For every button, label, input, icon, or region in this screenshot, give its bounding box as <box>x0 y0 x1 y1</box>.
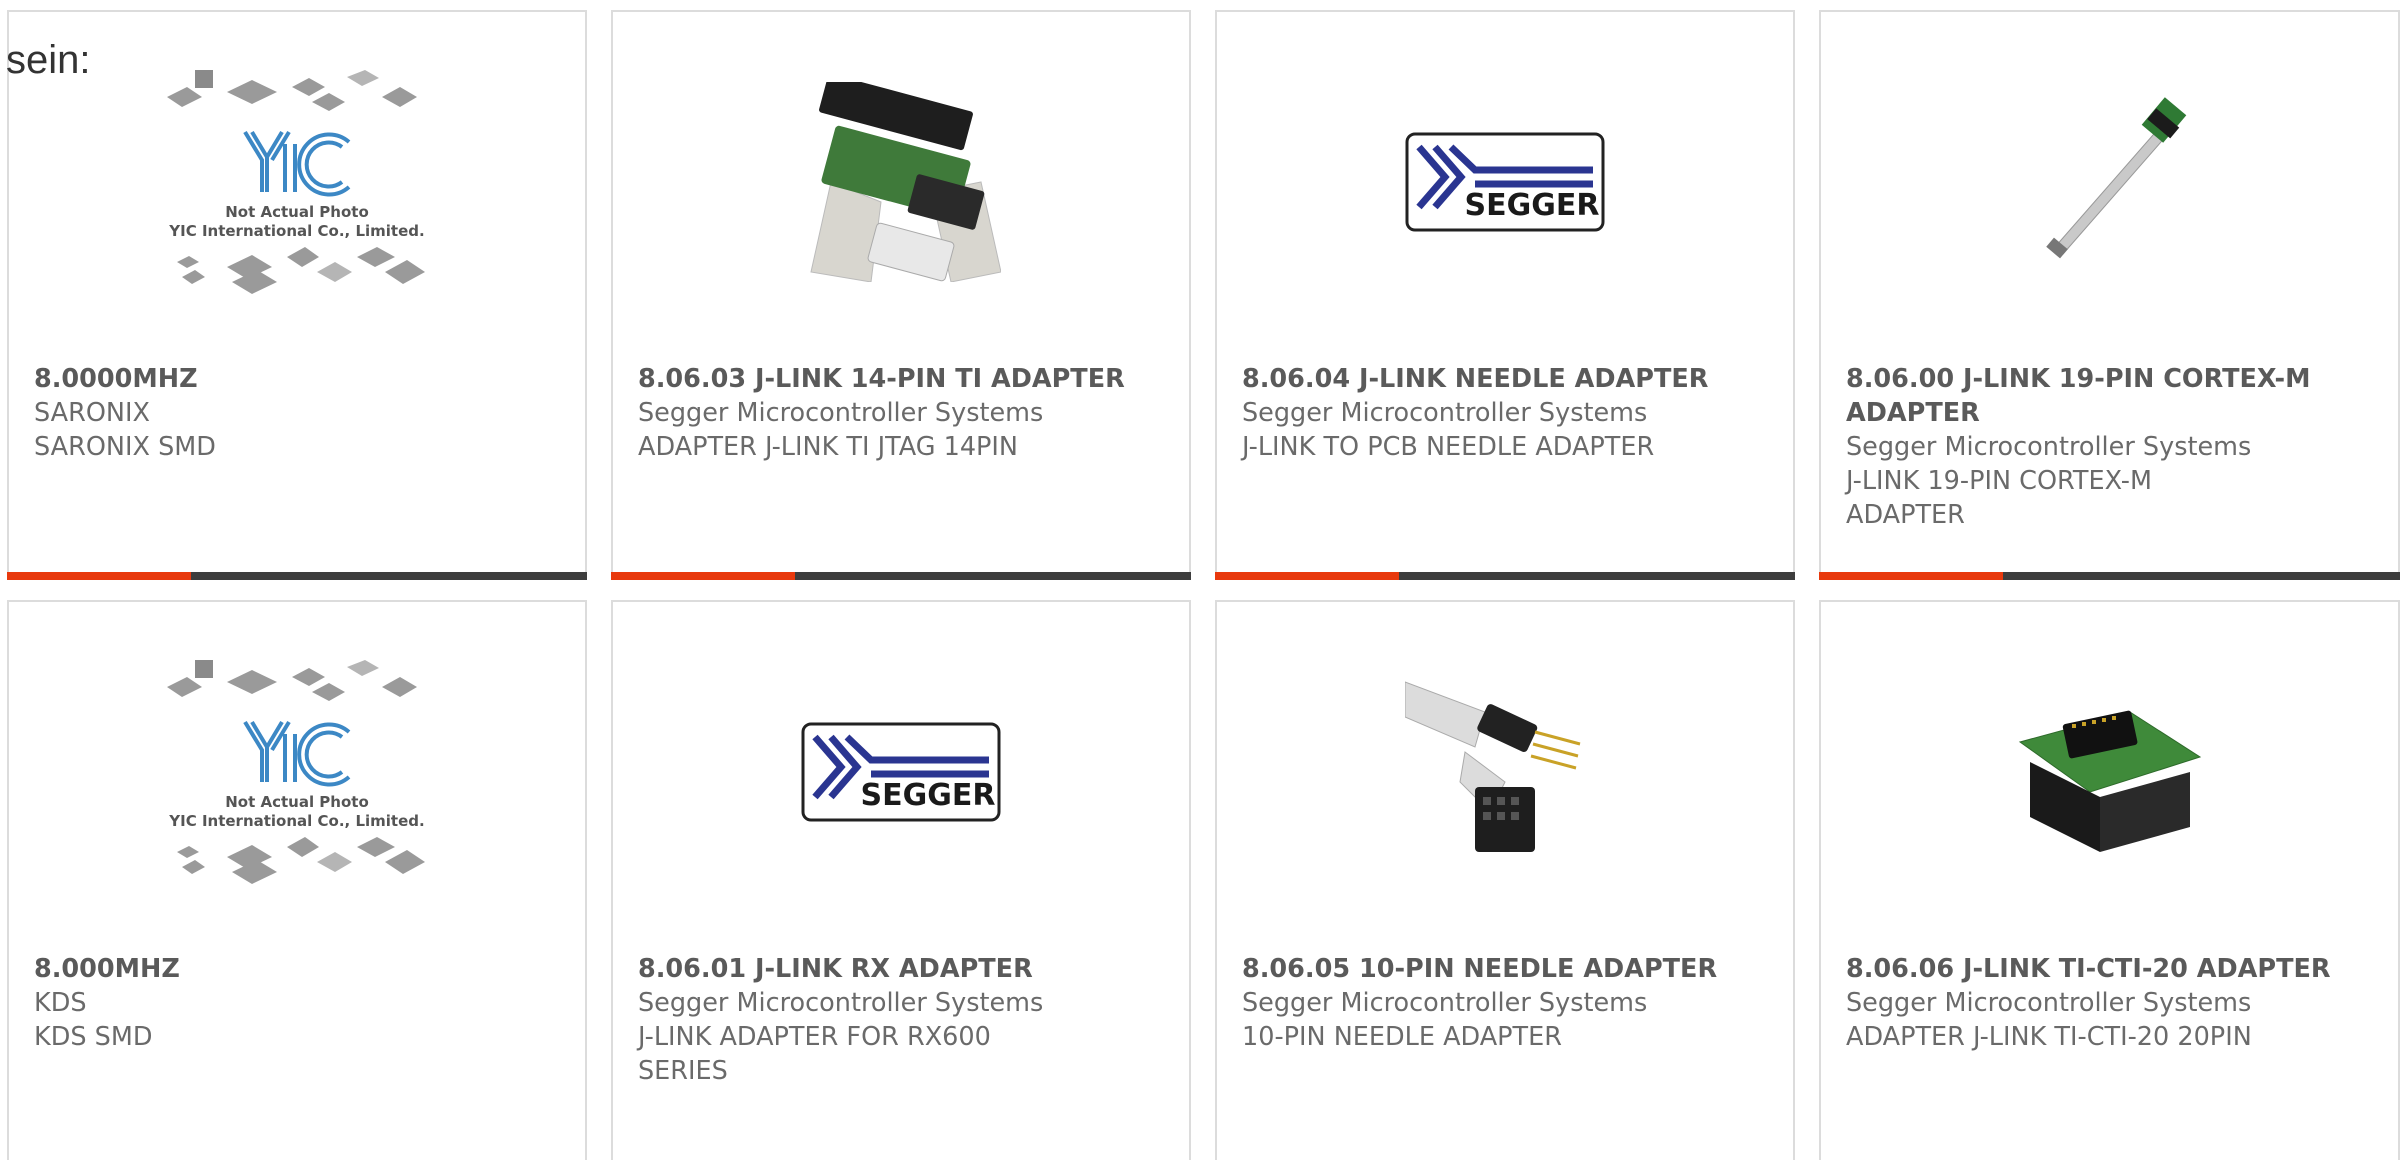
manufacturer: Segger Microcontroller Systems <box>1242 988 1648 1018</box>
card-bar <box>1819 572 2400 580</box>
card-bar-accent <box>7 572 191 580</box>
manufacturer: Segger Microcontroller Systems <box>638 988 1044 1018</box>
part-number[interactable]: 8.000MHZ <box>34 952 565 986</box>
card-bar <box>1215 572 1795 580</box>
manufacturer: Segger Microcontroller Systems <box>1846 432 2252 462</box>
segger-logo-icon: SEGGER <box>1405 132 1605 232</box>
product-card[interactable]: 8.06.06 J-LINK TI-CTI-20 ADAPTER Segger … <box>1819 600 2400 1160</box>
description: ADAPTER J-LINK TI JTAG 14PIN <box>638 432 1019 462</box>
segger-wordmark: SEGGER <box>861 778 996 813</box>
product-image[interactable]: SEGGER <box>613 672 1189 872</box>
description: KDS SMD <box>34 1022 153 1052</box>
product-card[interactable]: 8.06.00 J-LINK 19-PIN CORTEX-M ADAPTER S… <box>1819 10 2400 580</box>
description: ADAPTER J-LINK TI-CTI-20 20PIN <box>1846 1022 2252 1052</box>
ti-cti-board-image <box>2018 710 2201 852</box>
product-card[interactable]: SEGGER 8.06.01 J-LINK RX ADAPTER Segger … <box>611 600 1191 1160</box>
product-image[interactable]: Not Actual Photo YIC International Co., … <box>9 70 585 294</box>
yic-placeholder-image: Not Actual Photo YIC International Co., … <box>167 660 425 884</box>
product-text: 8.06.06 J-LINK TI-CTI-20 ADAPTER Segger … <box>1846 952 2378 1054</box>
product-image[interactable] <box>1821 672 2398 872</box>
part-number[interactable]: 8.06.06 J-LINK TI-CTI-20 ADAPTER <box>1846 952 2378 986</box>
card-bar-accent <box>611 572 795 580</box>
product-image[interactable] <box>1821 82 2398 282</box>
product-text: 8.000MHZ KDS KDS SMD <box>34 952 565 1054</box>
card-bar <box>611 572 1191 580</box>
manufacturer: Segger Microcontroller Systems <box>638 398 1044 428</box>
card-bar-accent <box>1819 572 2003 580</box>
part-number[interactable]: 8.0000MHZ <box>34 362 565 396</box>
product-text: 8.06.00 J-LINK 19-PIN CORTEX-M ADAPTER S… <box>1846 362 2378 532</box>
needle-cable-image <box>1405 681 1581 852</box>
yic-placeholder-image: Not Actual Photo YIC International Co., … <box>167 70 425 294</box>
product-card[interactable]: SEGGER 8.06.04 J-LINK NEEDLE ADAPTER Seg… <box>1215 10 1795 580</box>
description: J-LINK TO PCB NEEDLE ADAPTER <box>1242 432 1655 462</box>
product-card[interactable]: 8.06.03 J-LINK 14-PIN TI ADAPTER Segger … <box>611 10 1191 580</box>
manufacturer: Segger Microcontroller Systems <box>1242 398 1648 428</box>
description: 10-PIN NEEDLE ADAPTER <box>1242 1022 1562 1052</box>
card-bar-accent <box>1215 572 1399 580</box>
manufacturer: Segger Microcontroller Systems <box>1846 988 2252 1018</box>
part-number[interactable]: 8.06.05 10-PIN NEEDLE ADAPTER <box>1242 952 1773 986</box>
lead-text: sein: <box>6 38 91 82</box>
description: SARONIX SMD <box>34 432 216 462</box>
product-text: 8.06.03 J-LINK 14-PIN TI ADAPTER Segger … <box>638 362 1169 464</box>
photo-caption-2: YIC International Co., Limited. <box>168 812 424 830</box>
product-text: 8.06.05 10-PIN NEEDLE ADAPTER Segger Mic… <box>1242 952 1773 1054</box>
segger-wordmark: SEGGER <box>1465 188 1600 223</box>
product-image[interactable] <box>613 82 1189 282</box>
part-number[interactable]: 8.06.04 J-LINK NEEDLE ADAPTER <box>1242 362 1773 396</box>
product-card[interactable]: 8.06.05 10-PIN NEEDLE ADAPTER Segger Mic… <box>1215 600 1795 1160</box>
photo-caption-2: YIC International Co., Limited. <box>168 222 424 240</box>
cortex-ribbon-cable-image <box>2045 97 2186 259</box>
card-bar <box>7 572 587 580</box>
jlink-14pin-cable-image <box>810 82 1001 282</box>
photo-caption-1: Not Actual Photo <box>225 203 369 221</box>
product-card[interactable]: Not Actual Photo YIC International Co., … <box>7 10 587 580</box>
product-text: 8.06.04 J-LINK NEEDLE ADAPTER Segger Mic… <box>1242 362 1773 464</box>
segger-logo-icon: SEGGER <box>801 722 1001 822</box>
part-number[interactable]: 8.06.01 J-LINK RX ADAPTER <box>638 952 1169 986</box>
description: J-LINK 19-PIN CORTEX-M ADAPTER <box>1846 466 2152 530</box>
description: J-LINK ADAPTER FOR RX600 SERIES <box>638 1022 991 1086</box>
part-number[interactable]: 8.06.00 J-LINK 19-PIN CORTEX-M ADAPTER <box>1846 362 2378 430</box>
product-image[interactable]: Not Actual Photo YIC International Co., … <box>9 660 585 884</box>
product-card[interactable]: Not Actual Photo YIC International Co., … <box>7 600 587 1160</box>
product-text: 8.06.01 J-LINK RX ADAPTER Segger Microco… <box>638 952 1169 1088</box>
manufacturer: SARONIX <box>34 398 150 428</box>
part-number[interactable]: 8.06.03 J-LINK 14-PIN TI ADAPTER <box>638 362 1169 396</box>
product-text: 8.0000MHZ SARONIX SARONIX SMD <box>34 362 565 464</box>
manufacturer: KDS <box>34 988 87 1018</box>
product-image[interactable] <box>1217 672 1793 872</box>
photo-caption-1: Not Actual Photo <box>225 793 369 811</box>
product-image[interactable]: SEGGER <box>1217 82 1793 282</box>
